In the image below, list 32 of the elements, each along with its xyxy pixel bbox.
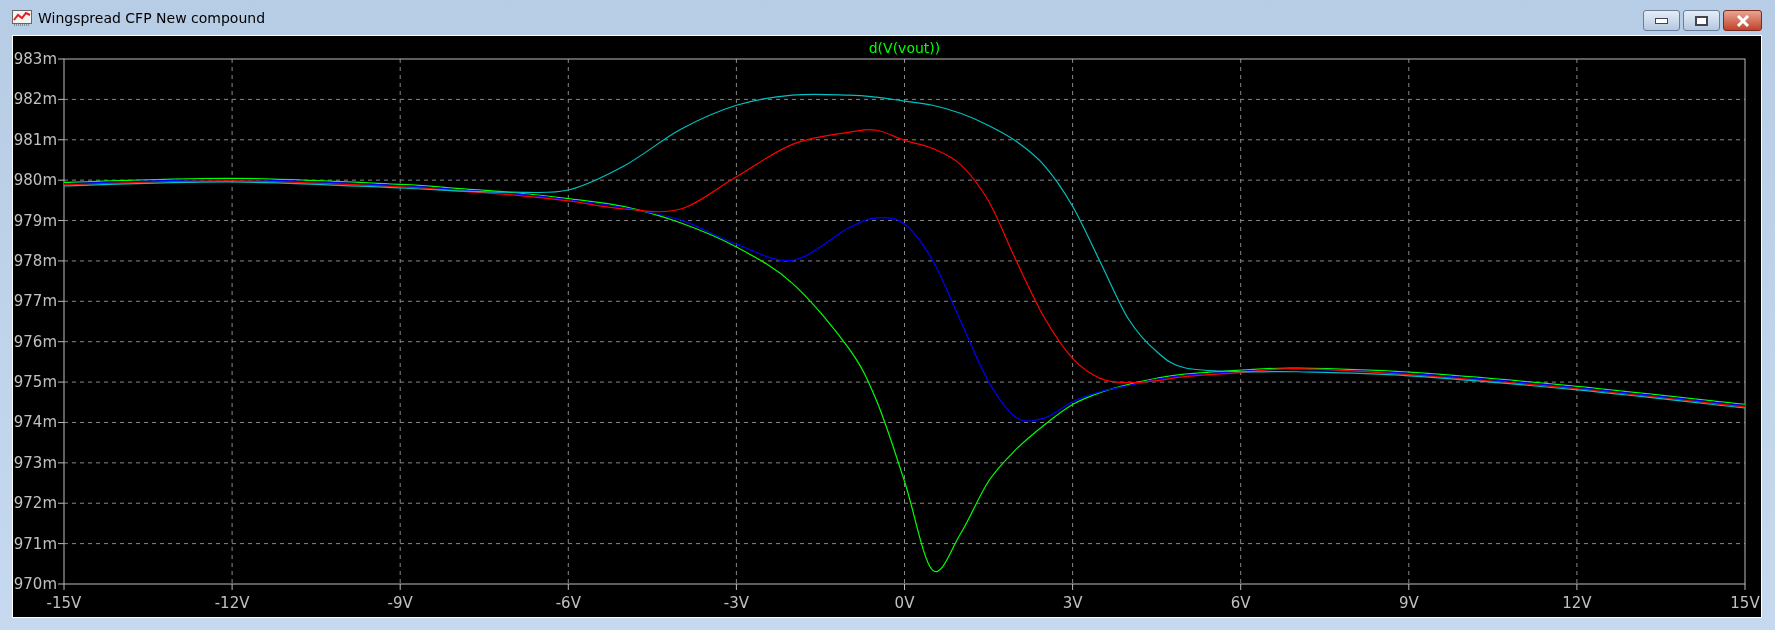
y-axis-label: 975m	[13, 373, 57, 392]
y-axis-label: 982m	[13, 90, 57, 109]
x-axis-label: 0V	[894, 594, 915, 612]
y-axis-label: 980m	[13, 171, 57, 190]
x-axis-label: 9V	[1398, 594, 1419, 612]
y-axis-label: 981m	[13, 130, 57, 149]
waveform-icon	[12, 9, 32, 26]
maximize-button[interactable]	[1683, 10, 1720, 31]
y-axis-label: 979m	[13, 211, 57, 230]
x-axis-label: 3V	[1062, 594, 1083, 612]
x-axis-label: -6V	[555, 594, 581, 612]
chart-title: d(V(vout))	[868, 40, 941, 56]
y-axis-label: 977m	[13, 292, 57, 311]
y-axis-label: 972m	[13, 494, 57, 513]
close-button[interactable]	[1723, 10, 1762, 31]
x-axis-label: -15V	[46, 594, 82, 612]
y-axis-label: 974m	[13, 413, 57, 432]
y-axis-label: 971m	[13, 534, 57, 553]
window-title: Wingspread CFP New compound	[38, 9, 266, 26]
x-axis-label: -3V	[723, 594, 749, 612]
x-axis-label: 6V	[1230, 594, 1251, 612]
y-axis-label: 978m	[13, 251, 57, 270]
y-axis-label: 976m	[13, 332, 57, 351]
minimize-button[interactable]	[1643, 10, 1680, 31]
y-axis-label: 973m	[13, 453, 57, 472]
y-axis-label: 983m	[13, 50, 57, 68]
x-axis-label: -9V	[387, 594, 413, 612]
close-icon	[1734, 14, 1751, 27]
x-axis-label: 15V	[1730, 594, 1760, 612]
y-axis-label: 970m	[13, 575, 57, 593]
x-axis-label: 12V	[1562, 594, 1592, 612]
x-axis-label: -12V	[214, 594, 250, 612]
